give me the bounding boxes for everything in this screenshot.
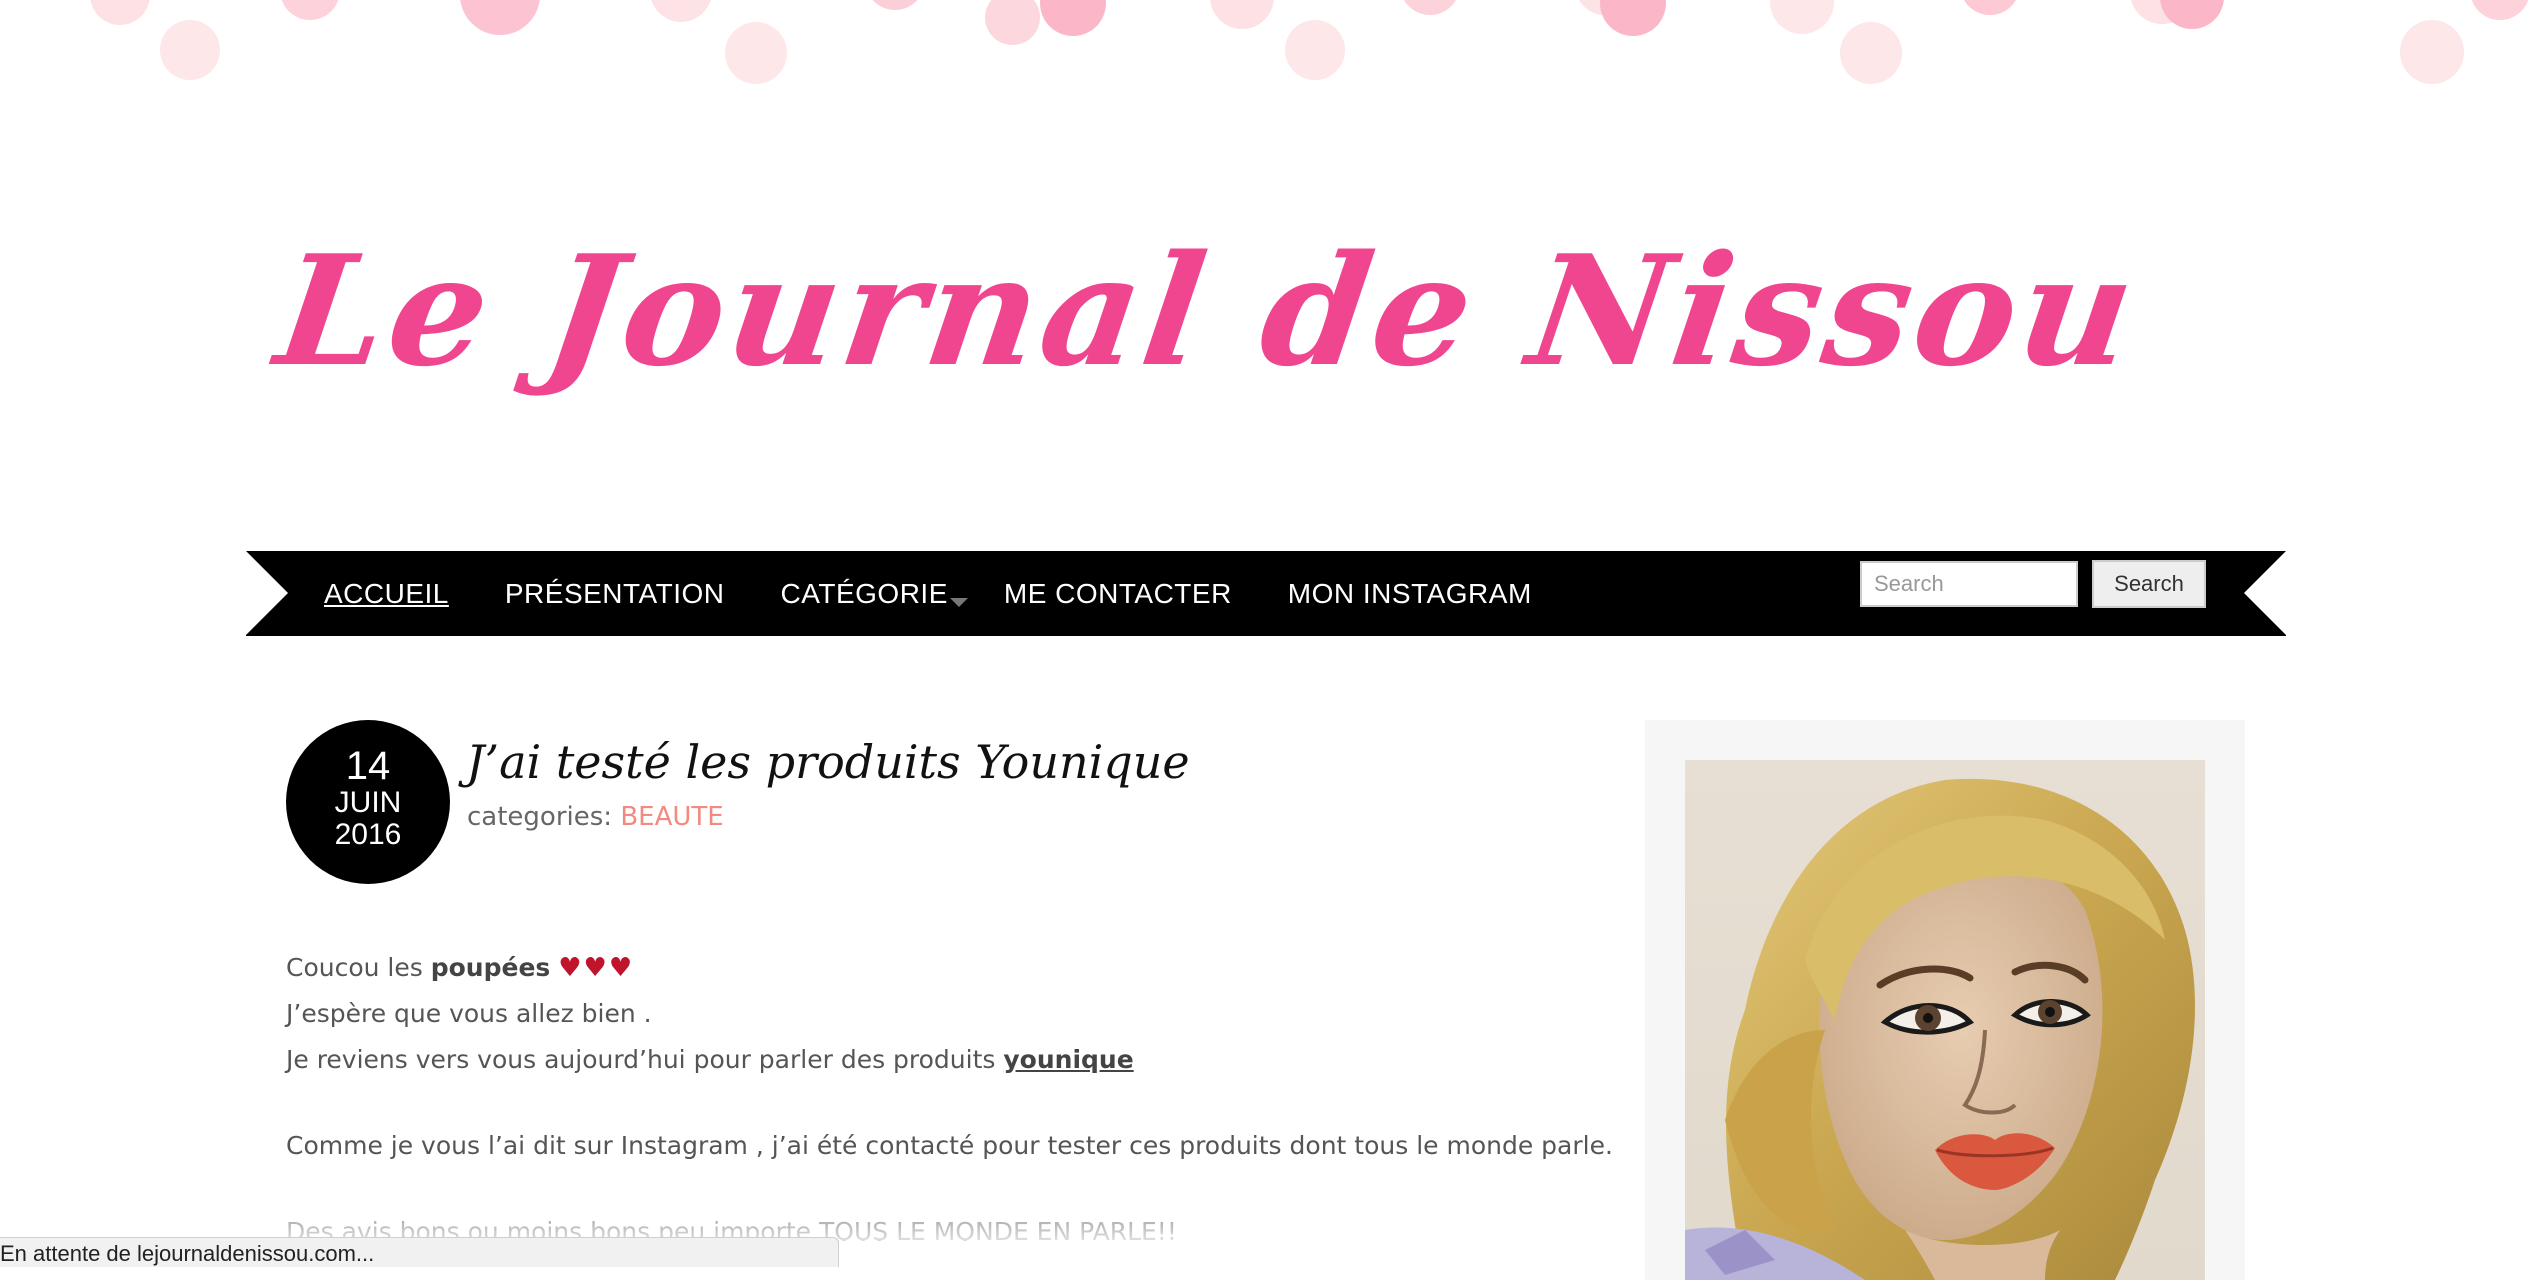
paragraph-text: Coucou les <box>286 953 431 982</box>
decorative-dot <box>650 0 712 22</box>
main-navigation: ACCUEIL PRÉSENTATION CATÉGORIE ME CONTAC… <box>246 551 2286 636</box>
site-logo[interactable]: Le Journal de Nissou <box>260 221 2148 455</box>
category-link[interactable]: BEAUTE <box>620 802 723 832</box>
nav-item-instagram[interactable]: MON INSTAGRAM <box>1288 578 1532 610</box>
decorative-dot <box>1285 20 1345 80</box>
younique-link[interactable]: younique <box>1003 1045 1133 1074</box>
post-date-badge: 14 JUIN 2016 <box>286 720 450 884</box>
portrait-icon <box>1685 778 2195 1280</box>
nav-ribbon-left-notch <box>246 551 288 635</box>
post-date-month: JUIN <box>334 786 402 819</box>
decorative-dot <box>280 0 340 20</box>
categories-label: categories: <box>467 802 613 832</box>
decorative-dot <box>1400 0 1460 15</box>
decorative-dot <box>1960 0 2020 15</box>
nav-ribbon-right-notch <box>2244 551 2286 635</box>
bold-text: poupées <box>430 953 551 982</box>
decorative-dot <box>1040 0 1106 36</box>
decorative-dot <box>2400 20 2464 84</box>
decorative-dot <box>865 0 925 10</box>
search-button[interactable]: Search <box>2092 560 2206 608</box>
nav-item-categorie-label: CATÉGORIE <box>780 577 948 609</box>
sidebar-widget <box>1645 720 2245 1280</box>
decorative-dot <box>460 0 540 35</box>
post-content: Coucou les poupées ♥♥♥ J’espère que vous… <box>286 945 1613 1255</box>
heart-icon: ♥♥♥ <box>558 953 635 983</box>
polka-dot-banner <box>0 0 2532 100</box>
decorative-dot <box>1770 0 1834 34</box>
decorative-dot <box>1600 0 1666 36</box>
illustrated-portrait-image <box>1685 760 2205 1280</box>
decorative-dot <box>985 0 1040 45</box>
decorative-dot <box>1840 22 1902 84</box>
decorative-dot <box>725 22 787 84</box>
decorative-dot <box>2470 0 2530 20</box>
decorative-dot <box>160 20 220 80</box>
nav-item-categorie[interactable]: CATÉGORIE <box>780 577 968 610</box>
post-title[interactable]: J’ai testé les produits Younique <box>466 735 1190 789</box>
nav-item-contact[interactable]: ME CONTACTER <box>1004 578 1232 610</box>
post-paragraph: Coucou les poupées ♥♥♥ <box>286 945 1586 991</box>
paragraph-text: Je reviens vers vous aujourd’hui pour pa… <box>286 1045 1004 1074</box>
post-date-day: 14 <box>345 744 391 788</box>
nav-item-accueil[interactable]: ACCUEIL <box>324 578 449 610</box>
browser-status-bar: En attente de lejournaldenissou.com... <box>0 1237 839 1267</box>
nav-item-presentation[interactable]: PRÉSENTATION <box>505 578 725 610</box>
post-paragraph: Comme je vous l’ai dit sur Instagram , j… <box>286 1131 1613 1160</box>
decorative-dot <box>2160 0 2224 29</box>
post-categories: categories: BEAUTE <box>467 802 724 832</box>
post-paragraph: Je reviens vers vous aujourd’hui pour pa… <box>286 1037 1586 1083</box>
search-input[interactable] <box>1860 561 2078 607</box>
decorative-dot <box>1210 0 1274 29</box>
post-paragraph: J’espère que vous allez bien . <box>286 999 652 1028</box>
decorative-dot <box>90 0 150 25</box>
post-date-year: 2016 <box>334 818 402 851</box>
chevron-down-icon <box>949 597 968 607</box>
